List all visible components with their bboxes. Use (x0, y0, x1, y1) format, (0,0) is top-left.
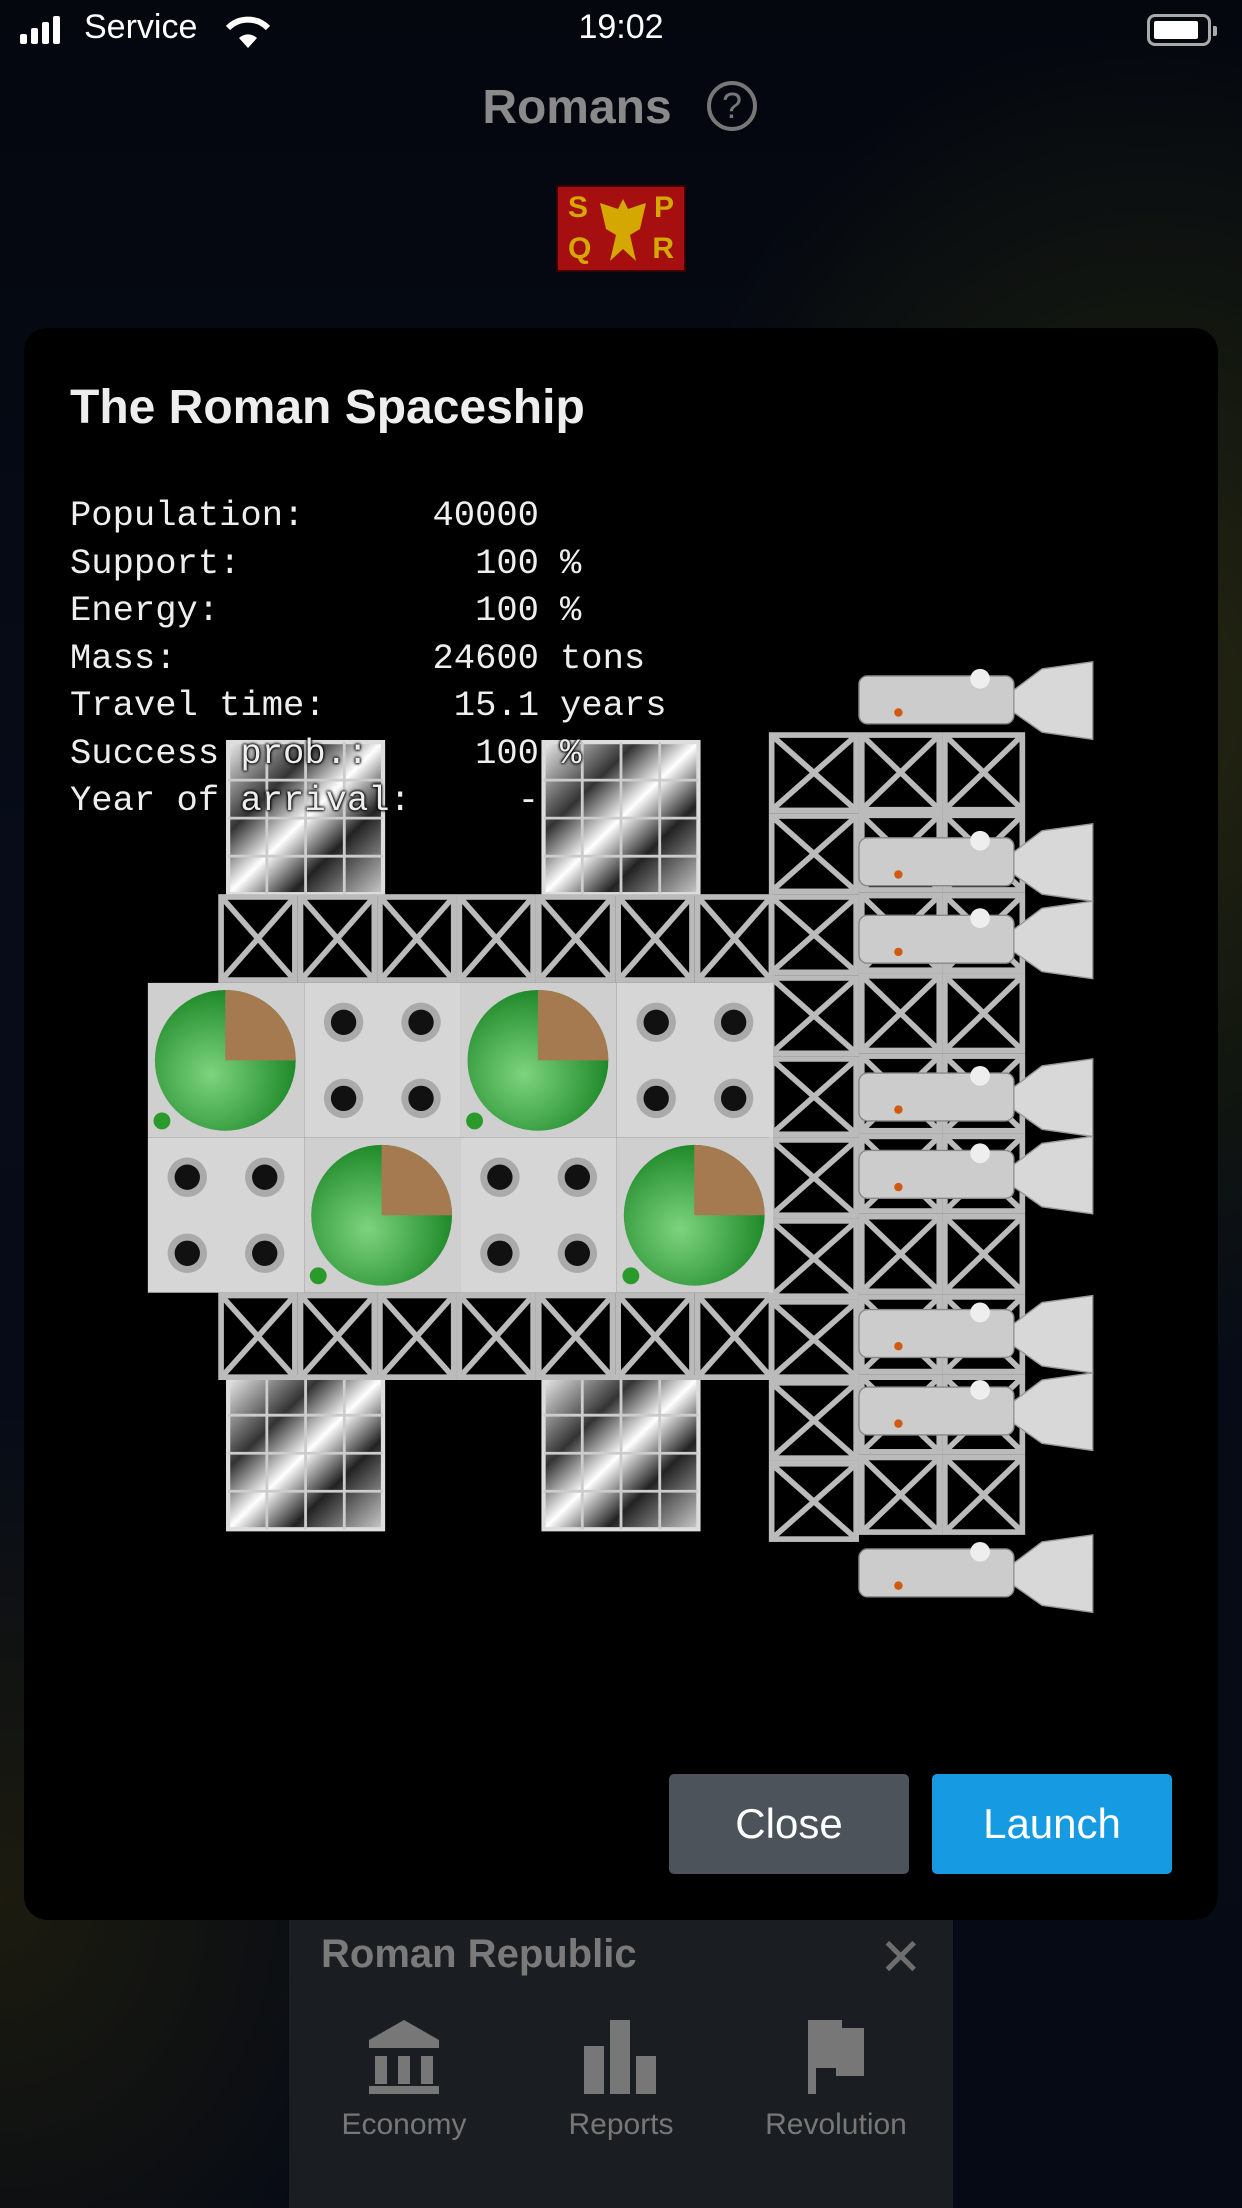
structure-module (768, 1380, 859, 1461)
life-support-module (460, 1137, 617, 1293)
structure-module (456, 1292, 536, 1380)
stat-energy: Energy: 100% (70, 590, 582, 631)
structure-module (218, 1292, 298, 1380)
structure-module (942, 1213, 1026, 1295)
structure-module (377, 894, 457, 983)
solar-panel (226, 1375, 386, 1532)
structure-module (615, 894, 695, 983)
stat-support: Support: 100% (70, 542, 582, 584)
structure-module (768, 1460, 859, 1542)
stat-mass: Mass: 24600 tons (70, 637, 646, 679)
spaceship-stats: Population: 40000 Support: 100% Energy: 100… (70, 492, 667, 825)
structure-module (694, 894, 775, 983)
life-support-module (147, 1137, 305, 1293)
structure-module (942, 973, 1026, 1054)
habitation-module (616, 1137, 774, 1293)
engine-module (858, 1294, 1094, 1374)
structure-module (297, 1292, 378, 1380)
habitation-module (304, 1137, 461, 1293)
engine-module (858, 900, 1094, 980)
structure-module (535, 1292, 616, 1380)
structure-module (768, 1137, 859, 1219)
solar-panel (541, 1375, 701, 1532)
structure-module (694, 1292, 775, 1380)
structure-module (768, 813, 859, 895)
structure-module (535, 894, 616, 983)
life-support-module (304, 982, 461, 1138)
structure-module (768, 732, 859, 814)
structure-module (768, 894, 859, 976)
structure-module (297, 894, 378, 983)
structure-module (858, 732, 943, 813)
engine-module (858, 1058, 1094, 1138)
engine-module (858, 1534, 1094, 1614)
structure-module (768, 1218, 859, 1300)
structure-module (942, 1454, 1026, 1535)
structure-module (858, 973, 943, 1054)
structure-module (858, 1454, 943, 1535)
stat-travel-time: Travel time: 15.1 years (70, 685, 667, 726)
structure-module (218, 894, 298, 983)
engine-module (858, 1135, 1094, 1215)
life-support-module (616, 982, 774, 1138)
stat-population: Population: 40000 (70, 495, 539, 536)
structure-module (377, 1292, 457, 1380)
structure-module (858, 1213, 943, 1295)
structure-module (768, 975, 859, 1057)
engine-module (858, 1372, 1094, 1452)
structure-module (768, 1299, 859, 1380)
structure-module (768, 1056, 859, 1138)
structure-module (942, 732, 1026, 813)
stat-year-of-arrival: Year of arrival: - (70, 780, 539, 821)
habitation-module (147, 982, 305, 1138)
stat-success-prob: Success prob.: 100% (70, 732, 582, 774)
engine-module (858, 661, 1094, 741)
structure-module (615, 1292, 695, 1380)
spaceship-diagram (147, 661, 1094, 1614)
structure-module (456, 894, 536, 983)
habitation-module (460, 982, 617, 1138)
